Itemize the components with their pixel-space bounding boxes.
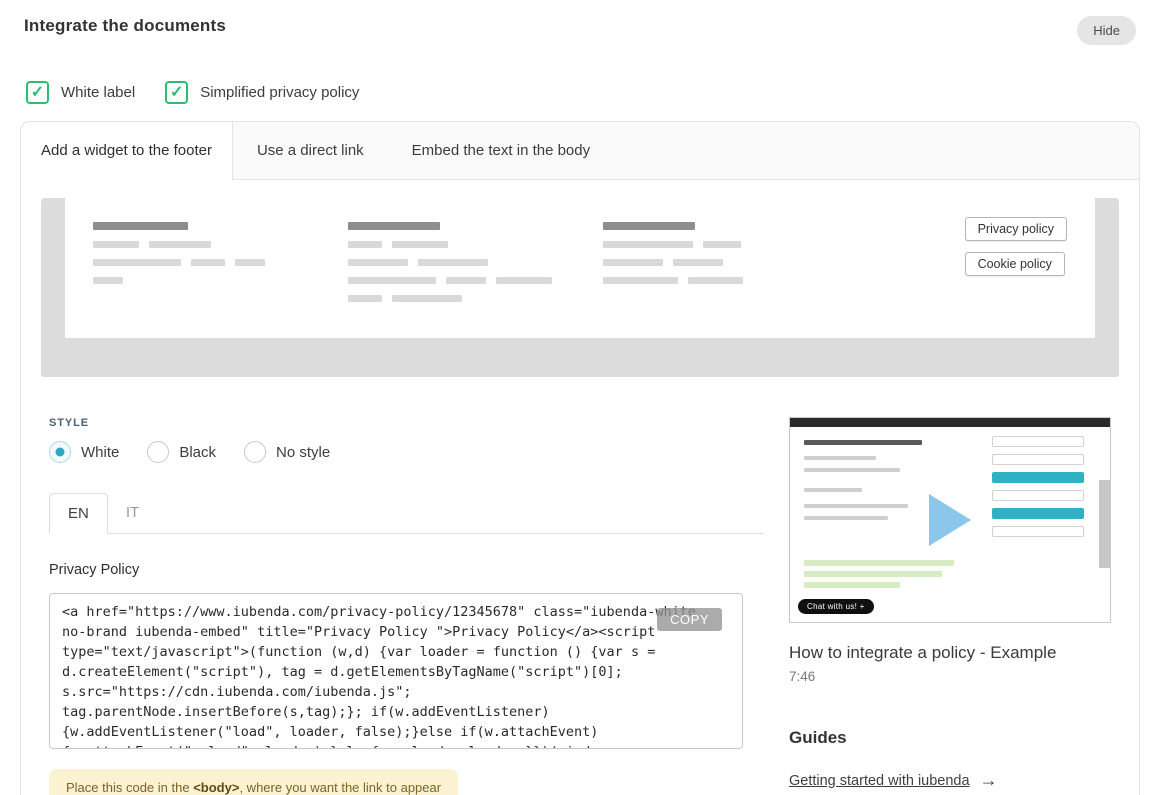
integrate-documents-page: Integrate the documents Hide White label…: [0, 0, 1160, 795]
simplified-privacy-option[interactable]: Simplified privacy policy: [165, 81, 359, 104]
guide-link-label: Getting started with iubenda: [789, 773, 970, 789]
skeleton-column: [603, 222, 858, 314]
card-content: STYLE White Black No style: [21, 377, 1139, 795]
thumbnail-chip: [992, 436, 1084, 447]
language-tabbar: EN IT: [49, 493, 764, 534]
thumbnail-text-line: [804, 456, 876, 460]
thumbnail-text-line: [804, 488, 862, 492]
notice-text: Place this code in the: [66, 780, 193, 795]
thumbnail-chip: [992, 490, 1084, 501]
embed-code-box[interactable]: <a href="https://www.iubenda.com/privacy…: [49, 593, 743, 749]
thumbnail-chip: [992, 472, 1084, 483]
simplified-privacy-checkbox[interactable]: [165, 81, 188, 104]
copy-button[interactable]: COPY: [657, 608, 722, 631]
guides-heading: Guides: [789, 728, 1111, 748]
video-title: How to integrate a policy - Example: [789, 643, 1111, 663]
style-heading: STYLE: [49, 417, 764, 429]
help-column: Chat with us! How to integrate a policy …: [789, 417, 1111, 795]
thumbnail-text-line: [804, 468, 900, 472]
document-options: White label Simplified privacy policy: [0, 45, 1160, 104]
tab-embed-text-body[interactable]: Embed the text in the body: [388, 122, 614, 179]
style-option-label: Black: [179, 444, 216, 461]
style-option-nostyle[interactable]: No style: [244, 441, 330, 463]
integration-card: Add a widget to the footer Use a direct …: [20, 121, 1140, 795]
guide-link-getting-started[interactable]: Getting started with iubenda →: [789, 770, 998, 791]
thumbnail-chip: [992, 526, 1084, 537]
play-icon[interactable]: [929, 494, 971, 546]
thumbnail-chip: [992, 508, 1084, 519]
white-label-option[interactable]: White label: [26, 81, 135, 104]
skeleton-column: [93, 222, 348, 314]
skeleton-column: [348, 222, 603, 314]
footer-mock: Privacy policy Cookie policy: [65, 198, 1095, 338]
thumbnail-chip: [992, 454, 1084, 465]
page-title: Integrate the documents: [24, 16, 226, 36]
embed-code[interactable]: <a href="https://www.iubenda.com/privacy…: [50, 594, 742, 749]
tab-add-widget-footer[interactable]: Add a widget to the footer: [21, 122, 233, 180]
hide-button[interactable]: Hide: [1077, 16, 1136, 45]
style-option-white[interactable]: White: [49, 441, 119, 463]
cookie-policy-widget-button[interactable]: Cookie policy: [965, 252, 1065, 276]
arrow-right-icon: →: [980, 770, 998, 791]
thumbnail-text-line: [804, 504, 908, 508]
privacy-policy-widget-button[interactable]: Privacy policy: [965, 217, 1067, 241]
style-radio-group: White Black No style: [49, 441, 764, 463]
style-option-black[interactable]: Black: [147, 441, 216, 463]
video-duration: 7:46: [789, 669, 1111, 684]
thumbnail-side-tab: [1099, 480, 1110, 568]
style-option-label: No style: [276, 444, 330, 461]
thumbnail-text-line: [804, 440, 922, 445]
footer-preview: Privacy policy Cookie policy: [41, 198, 1119, 377]
thumbnail-text-line: [804, 516, 888, 520]
integration-tabbar: Add a widget to the footer Use a direct …: [21, 122, 1139, 180]
placement-notice: Place this code in the <body>, where you…: [49, 769, 458, 795]
check-icon: [170, 84, 183, 102]
radio-icon[interactable]: [147, 441, 169, 463]
thumbnail-topbar: [790, 418, 1110, 427]
skeleton-heading: [603, 222, 695, 230]
preview-policy-buttons: Privacy policy Cookie policy: [965, 217, 1067, 314]
skeleton-heading: [93, 222, 188, 230]
embed-settings-column: STYLE White Black No style: [49, 417, 764, 795]
skeleton-heading: [348, 222, 440, 230]
radio-icon[interactable]: [244, 441, 266, 463]
radio-selected-icon[interactable]: [49, 441, 71, 463]
simplified-privacy-label: Simplified privacy policy: [200, 84, 359, 101]
lang-tab-it[interactable]: IT: [108, 493, 157, 533]
notice-body-tag: <body>: [193, 780, 239, 795]
video-thumbnail[interactable]: Chat with us!: [789, 417, 1111, 623]
thumbnail-side-panel: [992, 436, 1084, 537]
tab-use-direct-link[interactable]: Use a direct link: [233, 122, 388, 179]
style-option-label: White: [81, 444, 119, 461]
notice-text: , where you want the link to appear: [239, 780, 441, 795]
lang-tab-en[interactable]: EN: [49, 493, 108, 534]
check-icon: [31, 84, 44, 102]
white-label-label: White label: [61, 84, 135, 101]
page-header: Integrate the documents Hide: [0, 0, 1160, 45]
thumbnail-highlighted-code: [804, 560, 954, 588]
white-label-checkbox[interactable]: [26, 81, 49, 104]
document-label: Privacy Policy: [49, 562, 764, 578]
chat-widget-badge: Chat with us!: [798, 599, 874, 614]
